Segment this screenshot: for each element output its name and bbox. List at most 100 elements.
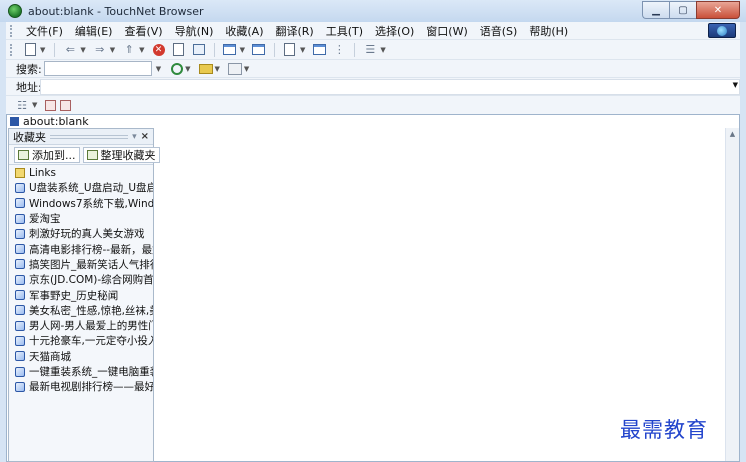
chevron-down-icon[interactable]: ▼ (240, 46, 245, 54)
search-icon[interactable] (171, 62, 184, 75)
menu-select[interactable]: 选择(O) (369, 23, 420, 39)
home-icon[interactable] (191, 42, 207, 58)
toolbar-grip[interactable] (10, 43, 14, 56)
favorites-title: 收藏夹 (13, 130, 46, 144)
up-arrow-icon[interactable]: ⇑ (121, 42, 137, 58)
list-item[interactable]: 京东(JD.COM)-综合网购首选 (9, 272, 153, 287)
folder-icon[interactable] (198, 63, 213, 74)
list-item[interactable]: 高清电影排行榜--最新，最好 (9, 241, 153, 256)
print-icon[interactable] (227, 62, 242, 75)
list-item[interactable]: 天猫商城 (9, 349, 153, 364)
group-icon[interactable]: ☷ (14, 97, 30, 113)
list-item[interactable]: 一键重装系统_一键电脑重装 (9, 364, 153, 379)
chevron-down-icon[interactable]: ▼ (110, 46, 115, 54)
list-item[interactable]: 十元抢豪车,一元定夺小投入大 (9, 333, 153, 348)
ie-page-icon (15, 366, 25, 377)
tile-window-icon[interactable] (251, 42, 267, 58)
chevron-down-icon[interactable]: ▼ (244, 65, 249, 73)
menu-help[interactable]: 帮助(H) (523, 23, 574, 39)
list-item[interactable]: 美女私密_性感,惊艳,丝袜,美女 (9, 303, 153, 318)
back-arrow-icon[interactable]: ⇐ (62, 42, 78, 58)
address-toolbar: 地址: ▼ (6, 78, 740, 96)
menu-favorites[interactable]: 收藏(A) (219, 23, 269, 39)
ie-page-icon (15, 290, 25, 301)
address-input[interactable] (40, 79, 740, 95)
list-item[interactable]: Windows7系统下载,Window (9, 196, 153, 211)
list-item[interactable]: U盘装系统_U盘启动_U盘启动 (9, 180, 153, 195)
list-item[interactable]: 搞笑图片_最新笑话人气排行 (9, 257, 153, 272)
list-item-label: U盘装系统_U盘启动_U盘启动 (29, 182, 153, 195)
list-item[interactable]: 军事野史_历史秘闻 (9, 287, 153, 302)
copy-page-icon[interactable] (282, 42, 298, 58)
ie-page-icon (15, 305, 25, 316)
minimize-button[interactable]: ▁ (642, 1, 669, 19)
menu-window[interactable]: 窗口(W) (420, 23, 473, 39)
layout-icon[interactable] (311, 42, 327, 58)
add-to-favorites-label: 添加到... (32, 148, 76, 162)
address-label: 地址: (16, 80, 42, 94)
ie-page-icon (15, 198, 25, 209)
list-item[interactable]: Links (9, 165, 153, 180)
ie-page-icon (15, 228, 25, 239)
chevron-down-icon[interactable]: ▼ (80, 46, 85, 54)
chevron-down-icon[interactable]: ▼ (139, 46, 144, 54)
panel-grip[interactable] (50, 134, 129, 139)
globe-icon[interactable] (708, 23, 736, 38)
chevron-down-icon[interactable]: ▼ (185, 65, 190, 73)
list-item-label: 军事野史_历史秘闻 (29, 289, 119, 302)
list-item-label: 男人网-男人最爱上的男性门户 (29, 320, 153, 333)
ie-page-icon (15, 274, 25, 285)
maximize-button[interactable]: ▢ (669, 1, 696, 19)
list-item[interactable]: 爱淘宝 (9, 211, 153, 226)
chevron-down-icon[interactable]: ▼ (380, 46, 385, 54)
organize-favorites-button[interactable]: 整理收藏夹 (82, 146, 160, 163)
chevron-down-icon[interactable]: ▼ (156, 65, 161, 73)
block-popup-icon[interactable] (45, 99, 57, 111)
chevron-down-icon[interactable]: ▼ (32, 101, 37, 109)
search-input[interactable] (43, 61, 152, 76)
refresh-icon[interactable] (171, 42, 187, 58)
ie-page-icon (15, 213, 25, 224)
stop-icon[interactable]: ✕ (151, 42, 167, 58)
menu-translate[interactable]: 翻译(R) (270, 23, 320, 39)
vertical-scrollbar[interactable]: ▲ (725, 128, 739, 461)
close-button[interactable]: ✕ (696, 1, 740, 19)
new-page-icon[interactable] (22, 42, 38, 58)
pin-icon[interactable]: ▾ (132, 132, 137, 142)
favorites-list: Links U盘装系统_U盘启动_U盘启动 Windows7系统下载,Windo… (9, 165, 153, 394)
chevron-down-icon[interactable]: ▼ (40, 46, 45, 54)
group-icon[interactable]: ☰ (362, 42, 378, 58)
menu-voice[interactable]: 语音(S) (474, 23, 524, 39)
ie-page-icon (15, 335, 25, 346)
add-to-favorites-button[interactable]: 添加到... (14, 146, 80, 163)
toolbar-divider (213, 42, 215, 57)
menu-edit[interactable]: 编辑(E) (69, 23, 119, 39)
split-view-icon[interactable]: ⋮ (331, 42, 347, 58)
list-item-label: Links (29, 166, 56, 179)
toolbar-divider (354, 42, 356, 57)
menu-view[interactable]: 查看(V) (118, 23, 168, 39)
menu-file[interactable]: 文件(F) (20, 23, 69, 39)
tab-about-blank[interactable]: about:blank (23, 115, 89, 128)
list-item[interactable]: 刺激好玩的真人美女游戏 (9, 226, 153, 241)
list-item[interactable]: 最新电视剧排行榜——最好看 (9, 379, 153, 394)
scroll-up-icon[interactable]: ▲ (726, 130, 739, 138)
chevron-down-icon[interactable]: ▼ (733, 81, 738, 89)
window-icon[interactable] (222, 42, 238, 58)
favorites-panel: 收藏夹 ▾ × 添加到... 整理收藏夹 Links U盘装系统_U盘启动_U盘… (8, 128, 160, 462)
block-image-icon[interactable] (60, 99, 72, 111)
list-item-label: 爱淘宝 (29, 213, 61, 226)
toolbar-grip[interactable] (10, 24, 14, 37)
chevron-down-icon[interactable]: ▼ (300, 46, 305, 54)
close-icon[interactable]: × (141, 131, 149, 142)
forward-arrow-icon[interactable]: ⇒ (92, 42, 108, 58)
chevron-down-icon[interactable]: ▼ (215, 65, 220, 73)
list-item[interactable]: 男人网-男人最爱上的男性门户 (9, 318, 153, 333)
folder-icon (15, 167, 25, 178)
menu-tools[interactable]: 工具(T) (320, 23, 369, 39)
list-item-label: 十元抢豪车,一元定夺小投入大 (29, 335, 153, 348)
menu-navigate[interactable]: 导航(N) (169, 23, 220, 39)
list-item-label: Windows7系统下载,Window (29, 197, 153, 210)
favorites-actions: 添加到... 整理收藏夹 (9, 145, 160, 165)
menu-bar: 文件(F) 编辑(E) 查看(V) 导航(N) 收藏(A) 翻译(R) 工具(T… (6, 22, 740, 40)
